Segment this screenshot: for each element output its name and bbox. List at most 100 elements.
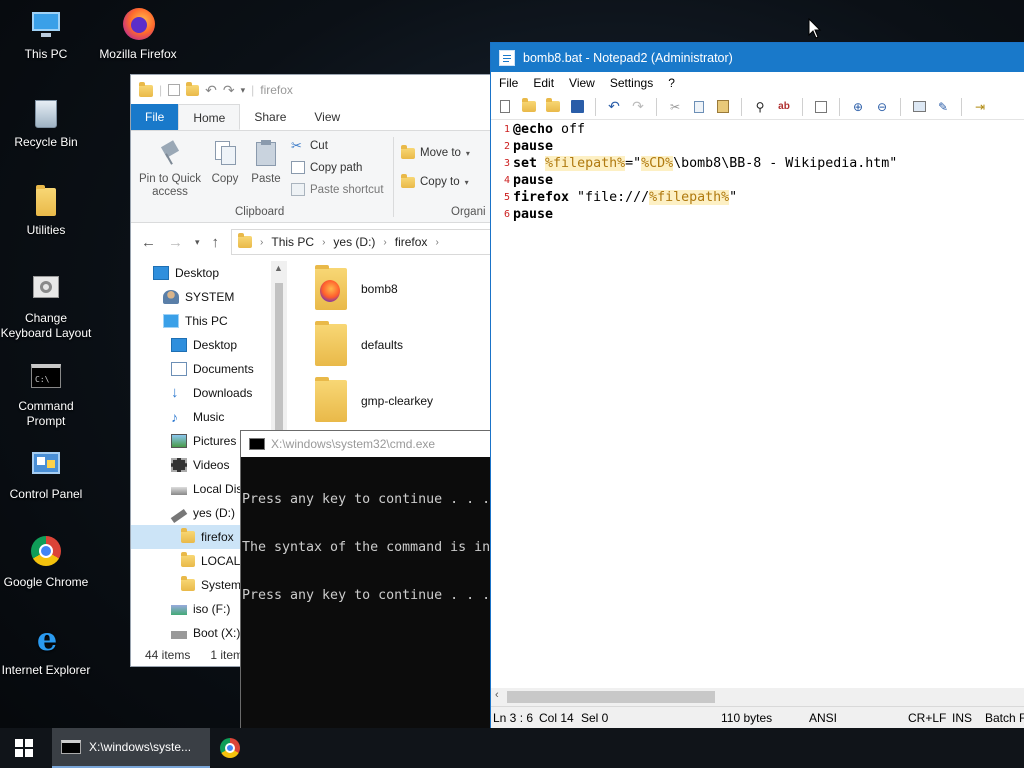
- desktop-icon-google-chrome[interactable]: Google Chrome: [0, 536, 92, 590]
- copy-to-button[interactable]: Copy to ▾: [401, 173, 469, 188]
- desktop-icon-recycle-bin[interactable]: Recycle Bin: [0, 96, 92, 150]
- up-arrow-icon[interactable]: ↑: [212, 234, 220, 251]
- nav-item-desktop[interactable]: Desktop: [131, 261, 271, 285]
- zoom-in-icon[interactable]: ⊕: [850, 99, 866, 115]
- replace-icon[interactable]: ab: [776, 99, 792, 115]
- redo-icon[interactable]: ↷: [630, 98, 646, 115]
- desktop-icon-control-panel[interactable]: Control Panel: [0, 448, 92, 502]
- breadcrumb-separator-icon[interactable]: ›: [322, 237, 325, 248]
- desktop-icon-internet-explorer[interactable]: e Internet Explorer: [0, 623, 92, 678]
- nav-item-system-user[interactable]: SYSTEM: [131, 285, 271, 309]
- keyword: @echo: [513, 122, 554, 137]
- menu-help[interactable]: ?: [668, 76, 675, 90]
- nav-item-downloads[interactable]: ↓ Downloads: [131, 381, 271, 405]
- editor-area[interactable]: 1 2 3 4 5 6 @echo off pause set %filepat…: [491, 121, 1024, 687]
- taskbar-item-chrome[interactable]: [220, 728, 244, 768]
- status-line-endings[interactable]: CR+LF: [908, 711, 946, 725]
- tab-view[interactable]: View: [300, 104, 354, 130]
- breadcrumb-folder[interactable]: firefox: [395, 235, 428, 249]
- start-button[interactable]: [0, 728, 48, 768]
- taskbar-item-cmd[interactable]: X:\windows\syste...: [52, 728, 210, 768]
- nav-item-this-pc[interactable]: This PC: [131, 309, 271, 333]
- breadcrumb-separator-icon[interactable]: ›: [435, 237, 438, 248]
- cut-button[interactable]: ✂ Cut: [291, 139, 328, 152]
- scrollbar-thumb[interactable]: [275, 283, 283, 433]
- paste-button[interactable]: Paste: [249, 139, 283, 186]
- chevron-down-icon[interactable]: ▾: [241, 85, 246, 96]
- desktop-icon-utilities[interactable]: Utilities: [0, 184, 92, 238]
- exit-icon[interactable]: ⇥: [972, 99, 988, 115]
- desktop-icon-change-keyboard-layout[interactable]: Change Keyboard Layout: [0, 272, 92, 341]
- list-item-defaults[interactable]: defaults: [301, 317, 491, 373]
- usb-drive-icon: [170, 508, 188, 523]
- move-to-button[interactable]: Move to ▾: [401, 144, 470, 159]
- copy-icon[interactable]: [691, 99, 707, 115]
- status-lexer[interactable]: Batch F: [985, 711, 1024, 725]
- divider: |: [159, 83, 163, 97]
- desktop-icon-this-pc[interactable]: This PC: [0, 8, 92, 62]
- line-number: 4: [503, 175, 510, 186]
- computer-icon: [163, 314, 179, 328]
- open-file-icon[interactable]: [521, 98, 537, 115]
- horizontal-scrollbar[interactable]: ‹: [491, 688, 1024, 706]
- zoom-out-icon[interactable]: ⊖: [874, 99, 890, 115]
- scroll-left-arrow-icon[interactable]: ‹: [495, 689, 499, 701]
- pin-to-quick-access-button[interactable]: Pin to Quick access: [137, 139, 203, 199]
- properties-icon[interactable]: [168, 84, 181, 96]
- scrollbar-thumb[interactable]: [507, 691, 715, 703]
- address-bar[interactable]: › This PC › yes (D:) › firefox ›: [231, 229, 491, 255]
- menu-file[interactable]: File: [499, 76, 518, 90]
- desktop-icon-firefox[interactable]: Mozilla Firefox: [92, 8, 184, 62]
- menu-settings[interactable]: Settings: [610, 76, 653, 90]
- undo-icon[interactable]: ↶: [606, 98, 622, 115]
- undo-icon[interactable]: ↶: [205, 82, 217, 99]
- console-output[interactable]: Press any key to continue . . . The synt…: [241, 457, 491, 636]
- new-file-icon[interactable]: [497, 99, 513, 115]
- scheme-icon[interactable]: [911, 99, 927, 115]
- nav-item-documents[interactable]: Documents: [131, 357, 271, 381]
- word-wrap-icon[interactable]: [813, 99, 829, 115]
- forward-arrow-icon[interactable]: →: [168, 234, 183, 251]
- paste-icon[interactable]: [715, 99, 731, 115]
- new-folder-icon[interactable]: [186, 81, 200, 96]
- save-icon[interactable]: [569, 99, 585, 115]
- nav-item-label: Boot (X:): [193, 626, 241, 640]
- desktop-icon-label: Recycle Bin: [14, 135, 78, 149]
- cmd-title-bar[interactable]: X:\windows\system32\cmd.exe: [241, 431, 491, 457]
- recent-locations-chevron-icon[interactable]: ▾: [195, 237, 200, 248]
- redo-icon[interactable]: ↷: [223, 82, 235, 99]
- status-insert-mode[interactable]: INS: [952, 711, 972, 725]
- drive-icon: [171, 487, 187, 495]
- notepad-title-bar[interactable]: bomb8.bat - Notepad2 (Administrator): [491, 43, 1024, 72]
- find-icon[interactable]: ⚲: [752, 99, 768, 115]
- desktop-icon-label: Mozilla Firefox: [99, 47, 177, 61]
- nav-item-music[interactable]: ♪ Music: [131, 405, 271, 429]
- breadcrumb-drive[interactable]: yes (D:): [333, 235, 375, 249]
- back-arrow-icon[interactable]: ←: [141, 234, 156, 251]
- folder-icon: [315, 377, 347, 422]
- explorer-title-bar[interactable]: | ↶ ↷ ▾ | firefox: [131, 75, 491, 105]
- breadcrumb-separator-icon[interactable]: ›: [260, 237, 263, 248]
- nav-item-desktop-folder[interactable]: Desktop: [131, 333, 271, 357]
- browse-icon[interactable]: [545, 98, 561, 115]
- menu-view[interactable]: View: [569, 76, 595, 90]
- tab-share[interactable]: Share: [240, 104, 300, 130]
- copy-path-button[interactable]: Copy path: [291, 161, 362, 174]
- chevron-down-icon: ▾: [464, 177, 469, 187]
- status-encoding[interactable]: ANSI: [809, 711, 837, 725]
- breadcrumb-separator-icon[interactable]: ›: [383, 237, 386, 248]
- scroll-up-arrow-icon[interactable]: ▲: [274, 263, 283, 273]
- list-item-gmp-clearkey[interactable]: gmp-clearkey: [301, 373, 491, 429]
- cut-icon[interactable]: ✂: [667, 99, 683, 115]
- code-text[interactable]: @echo off pause set %filepath%="%CD%\bom…: [513, 121, 1024, 687]
- breadcrumb-this-pc[interactable]: This PC: [271, 235, 314, 249]
- tab-home[interactable]: Home: [178, 104, 241, 130]
- desktop-icon-command-prompt[interactable]: C:\ Command Prompt: [0, 360, 92, 429]
- list-item-bomb8[interactable]: bomb8: [301, 261, 491, 317]
- tab-file[interactable]: File: [131, 104, 179, 130]
- command-prompt-window[interactable]: X:\windows\system32\cmd.exe Press any ke…: [240, 430, 492, 768]
- customize-icon[interactable]: ✎: [935, 99, 951, 115]
- menu-edit[interactable]: Edit: [533, 76, 554, 90]
- copy-button[interactable]: Copy: [207, 139, 243, 186]
- paste-shortcut-button[interactable]: Paste shortcut: [291, 183, 384, 196]
